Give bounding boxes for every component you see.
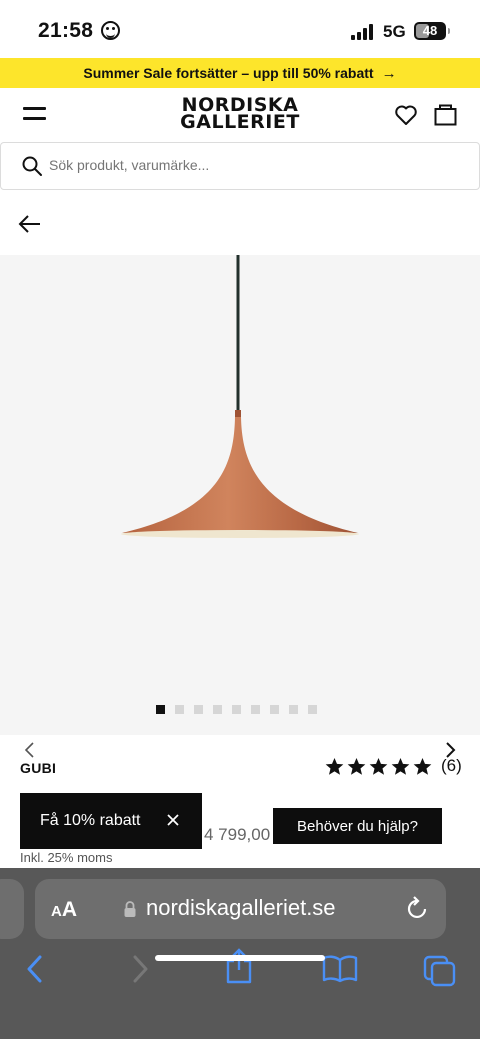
product-rating[interactable]: (6) (325, 756, 462, 776)
aa-small: A (51, 903, 62, 920)
star-icon (325, 757, 344, 775)
gallery-dot[interactable] (194, 705, 203, 714)
battery-icon: 48 (414, 22, 450, 40)
promo-banner[interactable]: Summer Sale fortsätter – upp till 50% ra… (0, 58, 480, 88)
gallery-dot[interactable] (232, 705, 241, 714)
gallery-dot[interactable] (156, 705, 165, 714)
forward-icon (133, 955, 148, 983)
star-icon (391, 757, 410, 775)
battery-level: 48 (422, 23, 438, 38)
cart-icon[interactable] (434, 104, 457, 126)
promo-text: Summer Sale fortsätter – upp till 50% ra… (83, 65, 374, 81)
tabs-icon[interactable] (423, 955, 457, 987)
review-count: (6) (441, 756, 462, 775)
browser-chrome: AA nordiskagalleriet.se (0, 868, 480, 1039)
previous-image-icon[interactable] (22, 740, 38, 760)
cellular-signal-icon (351, 24, 375, 40)
vat-note: Inkl. 25% moms (20, 850, 113, 865)
product-image-gallery[interactable] (0, 255, 480, 758)
bookmarks-icon[interactable] (322, 955, 358, 983)
page-settings-button[interactable]: AA (51, 898, 77, 922)
previous-tab-preview[interactable] (0, 879, 24, 939)
help-button[interactable]: Behöver du hjälp? (273, 808, 442, 844)
star-icon (369, 757, 388, 775)
status-time: 21:58 (38, 19, 94, 42)
url-text[interactable]: nordiskagalleriet.se (146, 895, 336, 921)
share-icon[interactable] (224, 948, 254, 984)
product-brand[interactable]: GUBI (20, 760, 56, 776)
aa-large: A (61, 898, 78, 921)
gallery-dot[interactable] (270, 705, 279, 714)
gallery-dot[interactable] (289, 705, 298, 714)
heart-icon[interactable] (394, 104, 418, 126)
close-icon[interactable] (166, 813, 180, 827)
search-input[interactable] (49, 157, 449, 173)
discount-label: Få 10% rabatt (40, 812, 141, 829)
site-header: NORDISKA GALLERIET (0, 88, 480, 142)
gallery-dot[interactable] (213, 705, 222, 714)
network-type: 5G (383, 22, 406, 41)
search-bar[interactable] (0, 142, 480, 190)
site-logo[interactable]: NORDISKA GALLERIET (166, 96, 314, 133)
search-icon (22, 156, 42, 176)
gallery-pagination-dots (156, 705, 317, 715)
discount-popup[interactable]: Få 10% rabatt (20, 793, 202, 849)
hamburger-menu-icon[interactable] (23, 107, 46, 121)
address-bar[interactable]: AA nordiskagalleriet.se (35, 879, 446, 939)
gallery-dot[interactable] (308, 705, 317, 714)
product-price: 4 799,00 (204, 825, 271, 844)
reload-icon[interactable] (405, 896, 429, 922)
star-icon (347, 757, 366, 775)
back-icon[interactable] (25, 955, 45, 983)
star-icon (413, 757, 432, 775)
status-bar: 21:58 5G 48 (0, 0, 480, 58)
home-indicator (155, 955, 325, 961)
focus-smiley-icon (101, 21, 120, 40)
gallery-dot[interactable] (251, 705, 260, 714)
back-arrow-icon[interactable] (18, 213, 42, 235)
lock-icon (124, 901, 136, 917)
arrow-right-icon: → (381, 64, 397, 82)
product-image (121, 255, 359, 538)
logo-line-2: GALLERIET (180, 111, 300, 133)
gallery-dot[interactable] (175, 705, 184, 714)
